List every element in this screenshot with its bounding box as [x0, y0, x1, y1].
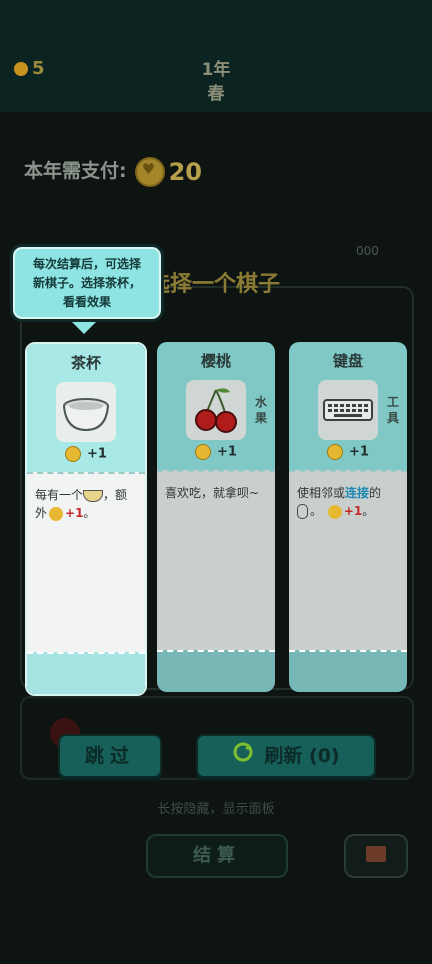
- card-header: 樱桃 +1 水果: [157, 342, 275, 470]
- year-indicator: 1年春: [190, 58, 242, 106]
- desc-link: 连接: [345, 486, 370, 500]
- coin-icon: [134, 156, 165, 187]
- desc-text: 使相邻或: [297, 486, 346, 500]
- coin-icon: [49, 506, 64, 521]
- coin-counter: 5: [14, 58, 45, 79]
- payment-amount: 20: [168, 157, 203, 186]
- skip-button[interactable]: 跳过: [58, 734, 162, 778]
- card-cherry[interactable]: 樱桃 +1 水果 喜欢吃，就拿呗~: [157, 342, 275, 692]
- tooltip-text: 每次结算后，可选择 新棋子。选择茶杯， 看看效果: [19, 255, 155, 312]
- card-name: 茶杯: [70, 354, 101, 372]
- refresh-button[interactable]: 刷新 (0): [196, 734, 376, 778]
- desc-text: 。: [362, 504, 375, 518]
- bonus-value: +1: [349, 444, 369, 460]
- settle-button[interactable]: 结算: [146, 834, 288, 878]
- inventory-button[interactable]: [344, 834, 408, 878]
- coin-icon: [65, 446, 82, 462]
- card-category-tag: 水果: [255, 395, 268, 425]
- tooltip-line: 新棋子。选择茶杯，: [32, 276, 141, 290]
- card-teacup[interactable]: 茶杯 +1 每有一个 ，额外 +1。: [25, 342, 147, 696]
- cherry-icon: [186, 380, 246, 440]
- card-footer: [289, 650, 407, 692]
- card-name: 樱桃: [200, 352, 231, 370]
- card-description: 使相邻或连接的。 +1。: [297, 484, 399, 520]
- season-label: 春: [207, 84, 225, 104]
- card-header: 茶杯 +1: [27, 344, 145, 472]
- desc-text: 。: [310, 504, 323, 518]
- card-bonus: +1: [289, 444, 407, 460]
- card-footer: [157, 650, 275, 692]
- payment-info: 本年需支付: 20: [24, 156, 202, 187]
- card-description: 每有一个 ，额外 +1。: [35, 486, 137, 522]
- coin-icon: [327, 444, 344, 460]
- hold-hint: 长按隐藏，显示面板: [157, 802, 275, 817]
- desc-bonus: +1: [65, 506, 84, 520]
- coin-icon: [14, 62, 28, 76]
- card-footer: [27, 652, 145, 694]
- desc-text: 的: [369, 486, 382, 500]
- card-body: 每有一个 ，额外 +1。: [27, 472, 145, 656]
- card-bonus: +1: [27, 446, 145, 462]
- coin-icon: [327, 504, 342, 519]
- tooltip-arrow-icon: [72, 322, 96, 334]
- keyboard-icon: [318, 380, 378, 440]
- inventory-icon: [366, 846, 386, 862]
- card-keyboard[interactable]: 键盘 +1 工具 使相邻或连接的。 +1。: [289, 342, 407, 692]
- refresh-icon: [232, 737, 254, 777]
- card-name: 键盘: [332, 352, 363, 370]
- year-label: 1年: [201, 60, 231, 80]
- card-bonus: +1: [157, 444, 275, 460]
- tutorial-tooltip: 每次结算后，可选择 新棋子。选择茶杯， 看看效果: [10, 244, 164, 322]
- card-description: 喜欢吃，就拿呗~: [165, 486, 260, 500]
- tooltip-line: 看看效果: [62, 295, 111, 309]
- coin-icon: [195, 444, 212, 460]
- desc-text: 每有一个: [35, 488, 84, 502]
- coin-count: 5: [32, 58, 45, 79]
- desc-bonus: +1: [343, 504, 363, 518]
- tooltip-line: 每次结算后，可选择: [32, 257, 141, 271]
- mouse-icon: [297, 504, 308, 519]
- card-body: 喜欢吃，就拿呗~: [157, 470, 275, 654]
- payment-label: 本年需支付:: [24, 160, 127, 182]
- bonus-value: +1: [217, 444, 237, 460]
- desc-text: 。: [83, 506, 96, 520]
- bowl-icon: [83, 489, 104, 502]
- panel-count-hint: 000: [356, 244, 379, 258]
- bowl-icon: [56, 382, 116, 442]
- bonus-value: +1: [87, 446, 107, 462]
- panel-title: 选择一个棋子: [148, 272, 281, 297]
- card-header: 键盘 +1 工具: [289, 342, 407, 470]
- refresh-label: 刷新 (0): [264, 745, 340, 767]
- card-category-tag: 工具: [387, 395, 400, 425]
- card-body: 使相邻或连接的。 +1。: [289, 470, 407, 654]
